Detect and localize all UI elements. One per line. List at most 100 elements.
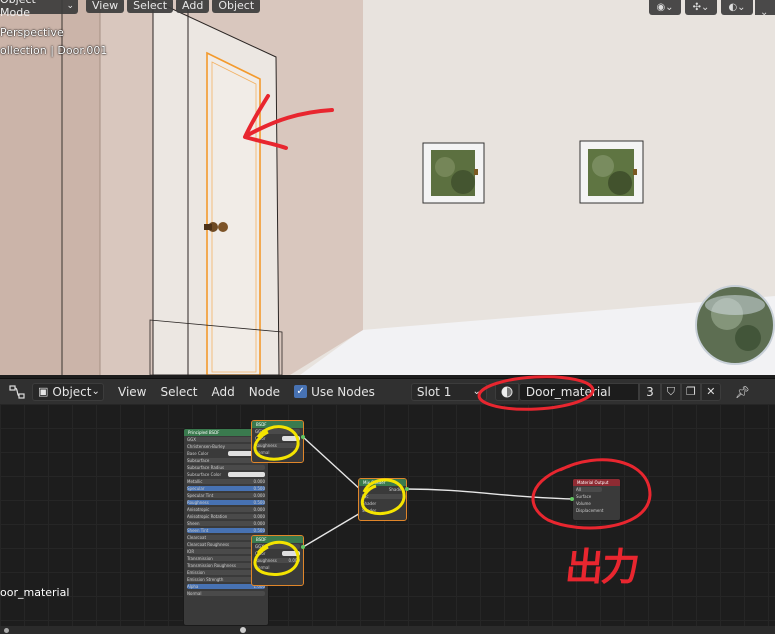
principled-row-anisotropic[interactable]: Anisotropic 0.000	[184, 506, 268, 513]
pin-button[interactable]: 📌︎	[735, 385, 750, 399]
viewport-shading-button[interactable]: ⌄	[755, 0, 775, 18]
glossy-bsdf-bottom-title: BSDF	[252, 536, 303, 543]
unlink-material-button[interactable]: ✕	[700, 382, 721, 401]
object-icon: ▣	[38, 385, 49, 398]
principled-row-label: Emission	[187, 570, 205, 575]
principled-row-value: 0.500	[253, 500, 265, 505]
principled-row-subsurface-color[interactable]: Subsurface Color	[184, 471, 268, 478]
mix-shader-fac[interactable]: Fac	[359, 493, 406, 500]
glossy-bottom-distribution[interactable]: GGX	[252, 543, 303, 550]
principled-row-anisotropic-rotation[interactable]: Anisotropic Rotation 0.000	[184, 513, 268, 520]
principled-row-label: Metallic	[187, 479, 203, 484]
principled-row-label: Subsurface	[187, 458, 210, 463]
mix-shader-title: Mix Shader	[359, 479, 406, 486]
use-nodes-toggle[interactable]: ✓ Use Nodes	[294, 385, 375, 399]
principled-row-roughness[interactable]: Roughness 0.500	[184, 499, 268, 506]
viewport-header-tools: ◉⌄ ✣⌄ ◐⌄	[649, 0, 753, 15]
menu-node[interactable]: Node	[249, 385, 280, 399]
principled-row-specular[interactable]: Specular 0.500	[184, 485, 268, 492]
principled-row-label: Roughness	[187, 500, 209, 505]
gizmo-dropdown[interactable]: ✣⌄	[685, 0, 717, 15]
viewport-perspective-label: Perspective	[0, 26, 64, 39]
chevron-down-icon: ⌄	[760, 7, 769, 18]
chevron-down-icon: ⌄	[66, 1, 74, 11]
principled-row-label: Clearcoat Roughness	[187, 542, 230, 547]
editor-type-button[interactable]	[6, 383, 28, 401]
output-annotation-text: 出力	[563, 545, 640, 589]
glossy-bsdf-top-title: BSDF	[252, 421, 303, 428]
principled-row-subsurface-radius[interactable]: Subsurface Radius	[184, 464, 268, 471]
principled-row-sheen-tint[interactable]: Sheen Tint 0.500	[184, 527, 268, 534]
surface-input-socket[interactable]	[570, 497, 574, 501]
menu-view[interactable]: View	[118, 385, 146, 399]
glossy-top-output-socket[interactable]	[301, 435, 305, 439]
checkmark-icon: ✓	[294, 385, 308, 398]
glossy-bsdf-node-top[interactable]: BSDF GGX Color Roughness Normal	[251, 420, 304, 463]
material-sphere-icon	[501, 386, 513, 397]
status-bar	[0, 626, 775, 634]
material-output-surface: Surface	[576, 494, 592, 499]
principled-row-specular-tint[interactable]: Specular Tint 0.000	[184, 492, 268, 499]
mouse-icon	[240, 627, 246, 633]
material-output-node[interactable]: Material Output All Surface Volume Displ…	[572, 478, 621, 521]
shader-type-dropdown[interactable]: ▣ Object ⌄	[32, 382, 104, 401]
principled-row-label: Base Color	[187, 451, 209, 456]
glossy-bottom-color[interactable]: Color	[252, 550, 303, 557]
menu-view[interactable]: View	[86, 0, 125, 13]
principled-row-label: GGX	[187, 437, 196, 442]
picture-frame-1	[422, 142, 485, 204]
menu-select[interactable]: Select	[127, 0, 174, 13]
material-output-volume: Volume	[576, 501, 591, 506]
overlay-icon: ◐⌄	[728, 2, 746, 13]
principled-row-label: IOR	[187, 549, 195, 554]
glossy-bottom-normal: Normal	[255, 565, 270, 570]
principled-row-metallic[interactable]: Metallic 0.000	[184, 478, 268, 485]
glossy-bottom-roughness[interactable]: Roughness 0.000	[252, 557, 303, 564]
viewport-collection-label: ollection | Door.001	[0, 44, 108, 57]
principled-row-label: Normal	[187, 591, 202, 596]
close-icon: ✕	[706, 385, 716, 398]
material-user-count[interactable]: 3	[638, 382, 661, 401]
menu-add[interactable]: Add	[176, 0, 210, 13]
eye-icon: ◉⌄	[656, 2, 674, 13]
3d-viewport[interactable]: Object Mode ⌄ View Select Add Object Per…	[0, 0, 775, 375]
picture-frame-2	[579, 140, 644, 204]
principled-row-value: 0.500	[253, 486, 265, 491]
principled-row-label: Specular	[187, 486, 205, 491]
material-slot-dropdown[interactable]: Slot 1 ⌄	[410, 382, 487, 401]
menu-select[interactable]: Select	[160, 385, 197, 399]
fake-user-button[interactable]: ⛉	[660, 382, 681, 401]
principled-row-label: Sheen Tint	[187, 528, 209, 533]
overlay-dropdown[interactable]: ◐⌄	[721, 0, 753, 15]
node-editor-header: ▣ Object ⌄ View Select Add Node ✓ Use No…	[0, 378, 775, 404]
principled-row-label: Subsurface Radius	[187, 465, 225, 470]
shield-icon: ⛉	[666, 384, 676, 398]
principled-row-label: Alpha	[187, 584, 199, 589]
mix-output-socket[interactable]	[405, 487, 409, 491]
mouse-icon	[4, 628, 9, 633]
interaction-mode-dropdown[interactable]: Object Mode ⌄	[0, 0, 78, 19]
new-material-button[interactable]: ❐	[680, 382, 701, 401]
glossy-top-roughness[interactable]: Roughness	[252, 442, 303, 449]
material-name-field[interactable]: Door_material	[518, 382, 639, 401]
visibility-dropdown[interactable]: ◉⌄	[649, 0, 681, 15]
mix-shader-node[interactable]: Mix Shader Shader Fac Shader Shader	[358, 478, 407, 521]
mix-shader-output: Shader	[388, 487, 403, 492]
glossy-bottom-output-socket[interactable]	[301, 545, 305, 549]
material-slot-label: Slot 1	[416, 384, 452, 399]
glossy-top-color[interactable]: Color	[252, 435, 303, 442]
menu-add[interactable]: Add	[212, 385, 235, 399]
material-output-title: Material Output	[573, 479, 620, 486]
material-browse-button[interactable]	[494, 382, 519, 401]
menu-object[interactable]: Object	[212, 0, 261, 13]
glossy-top-normal: Normal	[255, 450, 270, 455]
principled-row-label: Anisotropic Rotation	[187, 514, 228, 519]
material-output-target[interactable]: All	[573, 486, 620, 493]
glossy-top-distribution[interactable]: GGX	[252, 428, 303, 435]
principled-row-normal[interactable]: Normal	[184, 590, 268, 597]
principled-row-sheen[interactable]: Sheen 0.000	[184, 520, 268, 527]
node-canvas[interactable]: Principled BSDF GGX Christensen-Burley Bas…	[0, 404, 775, 626]
principled-row-value: 0.000	[253, 493, 265, 498]
glossy-bsdf-node-bottom[interactable]: BSDF GGX Color Roughness 0.000 Normal	[251, 535, 304, 586]
principled-row-label: Christensen-Burley	[187, 444, 225, 449]
